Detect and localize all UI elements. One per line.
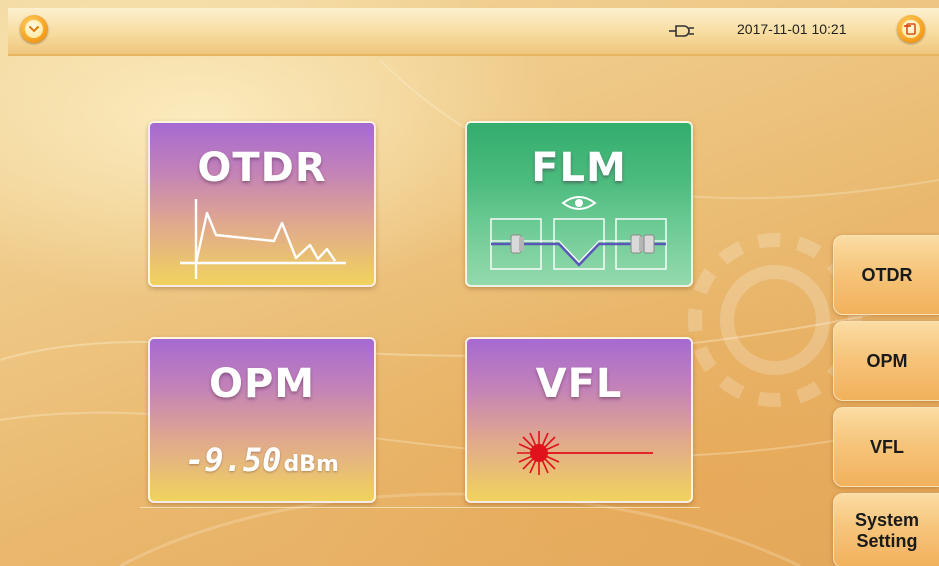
chevron-down-icon xyxy=(25,20,43,38)
otdr-trace-icon xyxy=(180,199,346,279)
menu-button[interactable] xyxy=(20,15,48,43)
vfl-tile[interactable]: VFL xyxy=(465,337,693,503)
opm-tile-title: OPM xyxy=(208,361,316,407)
opm-tile[interactable]: OPM -9.50dBm xyxy=(148,337,376,503)
fiber-link-map-icon xyxy=(490,196,667,270)
exit-button[interactable] xyxy=(897,15,925,43)
sidebar-item-vfl[interactable]: VFL xyxy=(833,407,939,487)
opm-power-unit: dBm xyxy=(283,452,339,477)
sidebar-item-otdr[interactable]: OTDR xyxy=(833,235,939,315)
tile-divider xyxy=(140,507,700,508)
plug-icon xyxy=(669,25,694,37)
sidebar-item-opm[interactable]: OPM xyxy=(833,321,939,401)
eye-icon xyxy=(561,196,597,210)
otdr-tile[interactable]: OTDR xyxy=(148,121,376,287)
flm-tile[interactable]: FLM xyxy=(465,121,693,287)
opm-reading: -9.50dBm xyxy=(150,441,374,479)
main-screen: 2017-11-01 10:21 OTDR FLM OPM -9.50dBm V… xyxy=(0,0,939,566)
exit-icon xyxy=(902,20,920,38)
datetime-label: 2017-11-01 10:21 xyxy=(737,21,847,37)
laser-icon xyxy=(517,431,653,475)
opm-power-value: -9.50 xyxy=(185,441,282,479)
sidebar-item-system-setting[interactable]: System Setting xyxy=(833,493,939,566)
